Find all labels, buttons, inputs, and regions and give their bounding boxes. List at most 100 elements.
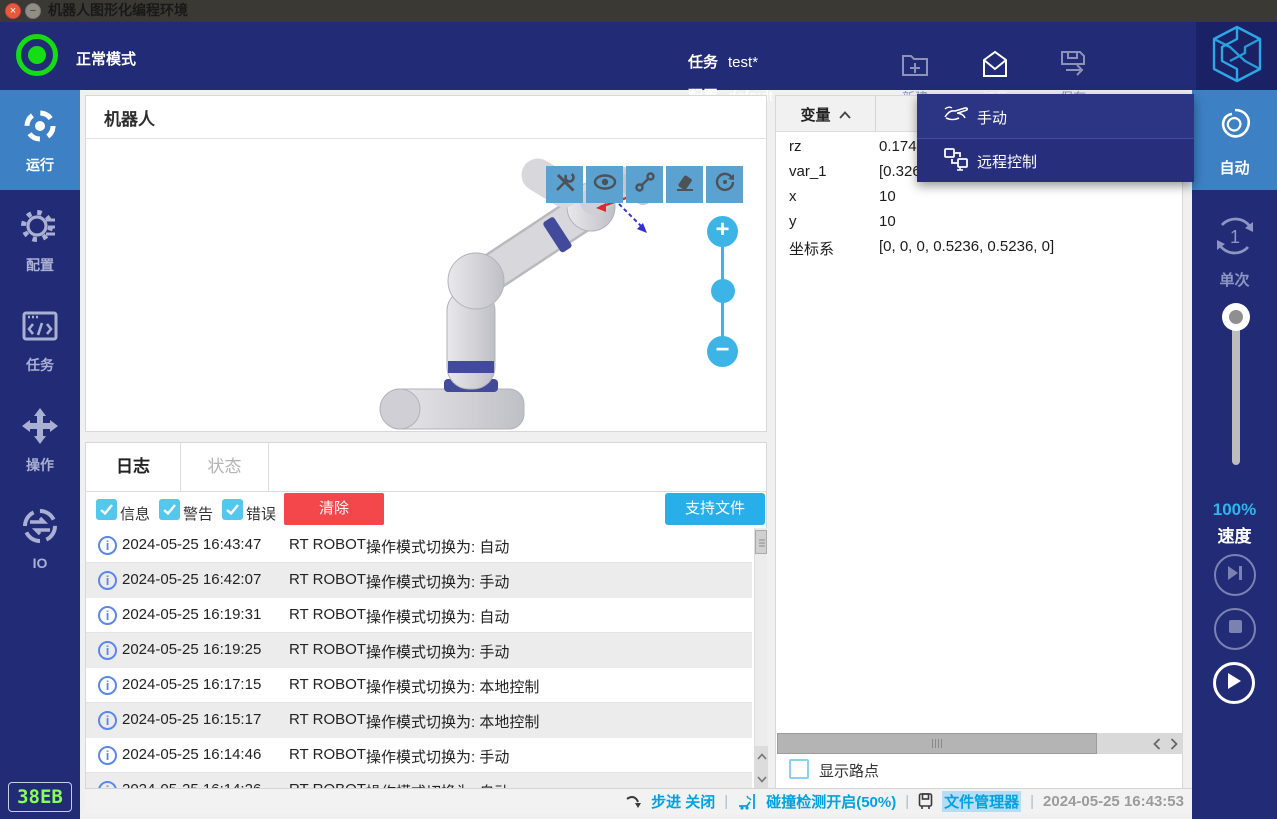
header: 正常模式 任务test* 配置default 新建 打开 保存 — [0, 22, 1277, 90]
remote-control-icon — [943, 147, 969, 177]
log-row: i 2024-05-25 16:42:07 RT ROBOT 操作模式切换为: … — [86, 563, 752, 598]
play-icon — [1226, 672, 1242, 695]
rotate-icon — [713, 170, 737, 199]
auto-swirl-icon — [1211, 102, 1259, 155]
window-title: 机器人图形化编程环境 — [48, 0, 188, 22]
log-row: i 2024-05-25 16:43:47 RT ROBOT 操作模式切换为: … — [86, 528, 752, 563]
info-icon: i — [98, 641, 117, 660]
step-over-button[interactable] — [1214, 554, 1256, 596]
menu-item-manual[interactable]: 手动 — [917, 94, 1194, 138]
code-window-icon — [20, 333, 60, 350]
gear-icon — [20, 233, 60, 250]
collision-icon — [737, 793, 757, 810]
task-value: test* — [728, 54, 758, 71]
variables-h-scrollbar[interactable] — [777, 733, 1182, 754]
path-nodes-icon — [633, 170, 657, 199]
filter-warning-label: 警告 — [183, 503, 213, 524]
sidebar-item-io[interactable]: IO — [0, 490, 80, 590]
show-waypoints-checkbox[interactable] — [789, 759, 809, 779]
stop-button[interactable] — [1214, 608, 1256, 650]
info-icon: i — [98, 676, 117, 695]
run-target-icon — [20, 133, 60, 150]
io-sync-icon — [20, 533, 60, 550]
filter-info-checkbox[interactable] — [96, 499, 117, 520]
zoom-out-button[interactable]: − — [707, 336, 738, 367]
visibility-button[interactable] — [586, 166, 623, 203]
sidebar-item-run[interactable]: 运行 — [0, 90, 80, 190]
log-scrollbar[interactable] — [754, 528, 767, 791]
sidebar-item-config[interactable]: 配置 — [0, 190, 80, 290]
sidebar-item-auto[interactable]: 自动 — [1192, 90, 1277, 190]
scroll-up-arrow[interactable] — [755, 746, 768, 768]
info-icon: i — [98, 606, 117, 625]
scroll-right-arrow[interactable] — [1166, 733, 1182, 754]
filter-warning-checkbox[interactable] — [159, 499, 180, 520]
robot-3d-view[interactable] — [86, 139, 766, 431]
chevron-up-icon — [839, 106, 851, 123]
log-scrollbar-thumb[interactable] — [755, 530, 767, 554]
left-sidebar: 运行 配置 任务 操作 IO 38EB — [0, 90, 80, 819]
clear-log-button[interactable]: 清除 — [284, 493, 384, 525]
titlebar: × − 机器人图形化编程环境 — [0, 0, 1277, 22]
log-panel: 日志 状态 信息 警告 错误 清除 支持文件 i 2024-05-25 16:4… — [85, 442, 767, 790]
app-logo — [1196, 22, 1277, 90]
robot-panel-title: 机器人 — [104, 105, 155, 130]
sidebar-item-operate[interactable]: 操作 — [0, 390, 80, 490]
info-icon: i — [98, 711, 117, 730]
cube-logo-icon — [1210, 25, 1264, 88]
eye-icon — [593, 170, 617, 199]
variables-panel: 变量 rz 0.1745 var_1 [0.326 x 10 y 10 坐标系 … — [775, 95, 1183, 790]
menu-item-remote-control[interactable]: 远程控制 — [917, 138, 1194, 182]
mode-label: 正常模式 — [76, 48, 136, 69]
svg-text:1: 1 — [1229, 227, 1239, 247]
speed-slider-track[interactable] — [1232, 317, 1240, 465]
sidebar-item-task[interactable]: 任务 — [0, 290, 80, 390]
speed-slider-handle[interactable] — [1222, 303, 1250, 331]
tab-log[interactable]: 日志 — [86, 443, 181, 491]
filter-error-label: 错误 — [246, 503, 276, 524]
show-waypoints-label: 显示路点 — [819, 760, 879, 781]
window-close-button[interactable]: × — [5, 3, 21, 19]
scroll-down-arrow[interactable] — [755, 768, 768, 790]
file-manager-link[interactable]: 文件管理器 — [942, 791, 1021, 812]
zoom-in-button[interactable]: + — [707, 216, 738, 247]
new-folder-icon — [899, 67, 931, 84]
reset-view-button[interactable] — [706, 166, 743, 203]
variables-h-scrollbar-thumb[interactable] — [777, 733, 1097, 754]
log-row: i 2024-05-25 16:19:31 RT ROBOT 操作模式切换为: … — [86, 598, 752, 633]
task-row: 任务 test* — [688, 51, 758, 72]
stop-icon — [1228, 619, 1243, 639]
divider — [86, 491, 766, 492]
step-status[interactable]: 步进 关闭 — [651, 791, 715, 812]
task-label: 任务 — [688, 54, 718, 71]
app-window: × − 机器人图形化编程环境 正常模式 任务test* 配置default 新建… — [0, 0, 1277, 819]
robot-arm — [380, 175, 643, 429]
tab-status[interactable]: 状态 — [181, 443, 269, 491]
right-sidebar: 自动 1 单次 100% 速度 — [1192, 90, 1277, 819]
tools-button[interactable] — [546, 166, 583, 203]
variable-row: y 10 — [776, 213, 1176, 238]
variable-row: x 10 — [776, 188, 1176, 213]
collision-status[interactable]: 碰撞检测开启(50%) — [766, 791, 896, 812]
log-row: i 2024-05-25 16:17:15 RT ROBOT 操作模式切换为: … — [86, 668, 752, 703]
path-button[interactable] — [626, 166, 663, 203]
status-ring-icon — [16, 34, 58, 76]
info-icon: i — [98, 536, 117, 555]
erase-button[interactable] — [666, 166, 703, 203]
skip-icon — [1226, 565, 1244, 586]
play-button[interactable] — [1213, 662, 1255, 704]
speed-label: 速度 — [1192, 522, 1277, 547]
zoom-slider-handle[interactable] — [711, 279, 735, 303]
scroll-left-arrow[interactable] — [1149, 733, 1165, 754]
support-files-button[interactable]: 支持文件 — [665, 493, 765, 525]
filter-error-checkbox[interactable] — [222, 499, 243, 520]
robot-panel: 机器人 — [85, 95, 767, 432]
statusbar: 步进 关闭 | 碰撞检测开启(50%) | 文件管理器 | 2024-05-25… — [85, 788, 1192, 814]
variables-collapse-tab[interactable]: 变量 — [776, 96, 876, 132]
single-cycle-icon: 1 — [1209, 210, 1261, 267]
speed-value: 100% — [1192, 500, 1277, 520]
tools-icon — [553, 170, 577, 199]
window-minimize-button[interactable]: − — [25, 3, 41, 19]
sidebar-item-single-cycle[interactable]: 1 单次 — [1192, 200, 1277, 296]
open-envelope-icon — [979, 67, 1011, 84]
